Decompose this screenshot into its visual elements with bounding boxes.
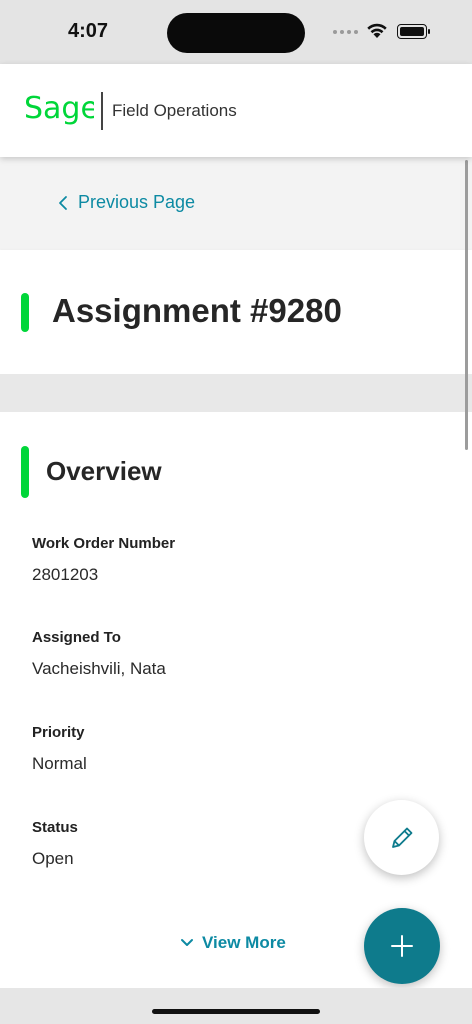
- svg-text:Sage: Sage: [24, 91, 94, 126]
- chevron-down-icon: [181, 939, 193, 946]
- previous-page-label: Previous Page: [78, 192, 196, 212]
- section-gap: [0, 374, 472, 412]
- work-order-number-value: 2801203: [32, 565, 99, 584]
- home-indicator[interactable]: [152, 1009, 320, 1014]
- title-accent-bar: [21, 293, 29, 332]
- bottom-bar: [0, 988, 472, 1024]
- scrollbar[interactable]: [465, 160, 468, 450]
- work-order-number-label: Work Order Number: [32, 535, 176, 552]
- status-time: 4:07: [68, 20, 109, 42]
- edit-button[interactable]: [364, 800, 439, 875]
- chevron-left-icon: [59, 195, 67, 210]
- add-button[interactable]: [364, 908, 440, 984]
- plus-icon: [391, 935, 413, 957]
- overview-accent-bar: [21, 446, 29, 498]
- battery-tip: [428, 29, 430, 34]
- assigned-to-label: Assigned To: [32, 629, 121, 646]
- view-more-label: View More: [202, 933, 286, 952]
- status-value: Open: [32, 849, 74, 868]
- pencil-icon: [391, 827, 412, 848]
- app-header: Sage Field Operations: [0, 64, 472, 157]
- priority-value: Normal: [32, 754, 87, 773]
- logo-divider: [101, 92, 103, 130]
- priority-label: Priority: [32, 724, 85, 741]
- screen: 4:07 Sage Field Operations Previous Page…: [0, 0, 472, 1024]
- cellular-signal-icon: [333, 30, 358, 34]
- sage-logo: Sage: [24, 91, 94, 126]
- view-more-button[interactable]: View More: [180, 933, 286, 953]
- app-name: Field Operations: [112, 101, 237, 120]
- assigned-to-value: Vacheishvili, Nata: [32, 659, 166, 678]
- overview-title: Overview: [46, 456, 162, 486]
- status-bar: 4:07: [0, 0, 472, 64]
- wifi-icon: [367, 23, 387, 38]
- previous-page-link[interactable]: Previous Page: [58, 192, 195, 213]
- page-title: Assignment #9280: [52, 292, 342, 329]
- battery-icon: [397, 24, 427, 39]
- dynamic-island: [167, 13, 305, 53]
- status-label: Status: [32, 819, 78, 836]
- overview-card: [0, 412, 472, 988]
